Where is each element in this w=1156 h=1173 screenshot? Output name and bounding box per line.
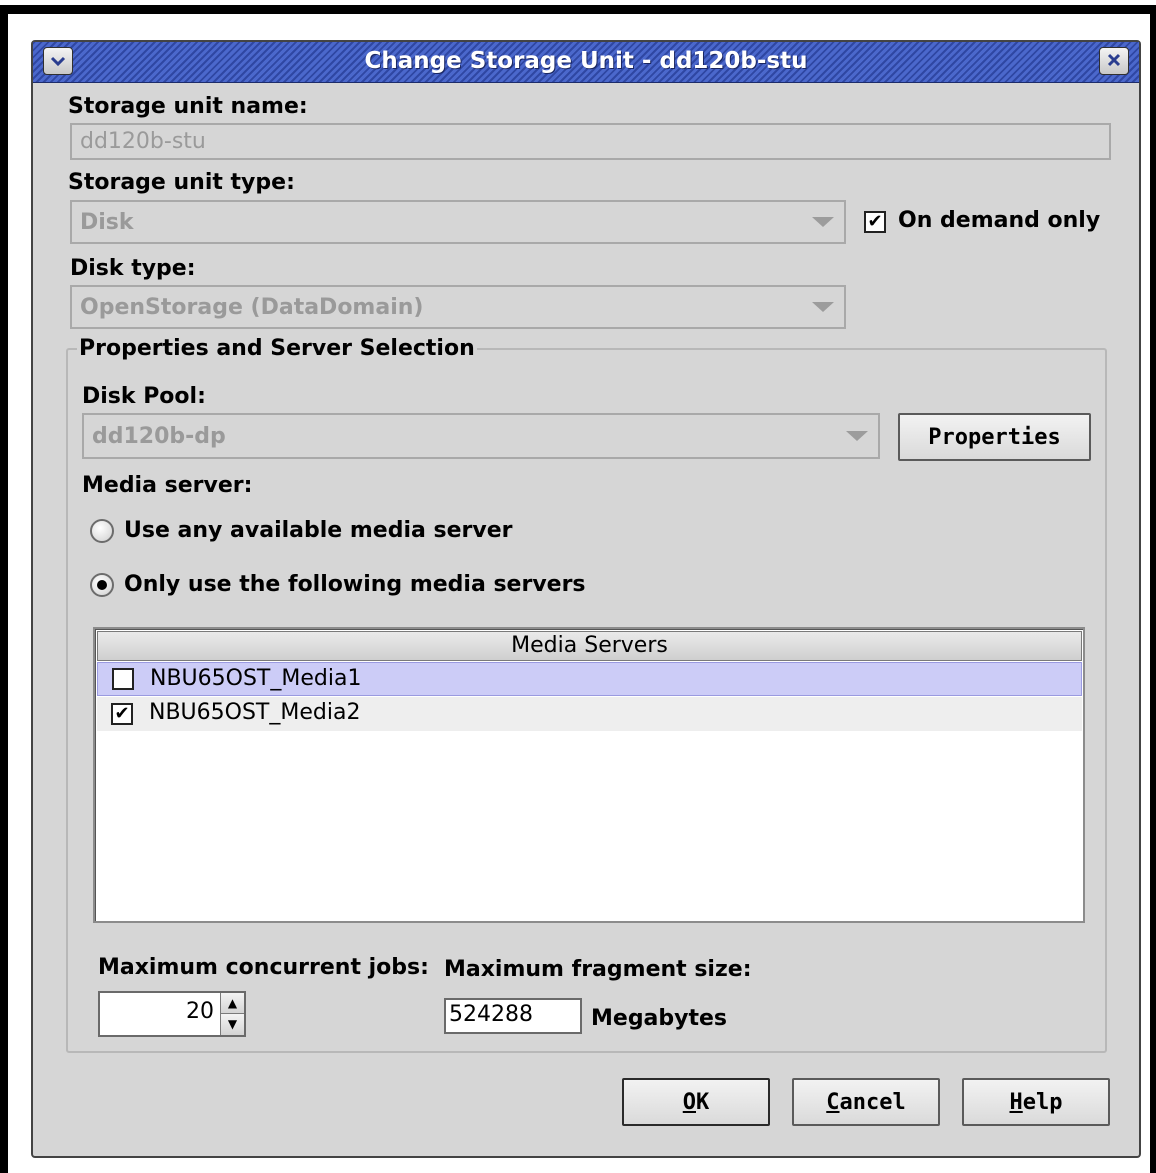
close-icon xyxy=(1107,51,1121,72)
disk-type-value: OpenStorage (DataDomain) xyxy=(80,294,424,320)
media-server-name: NBU65OST_Media2 xyxy=(149,700,361,725)
media-server-checkbox[interactable]: ✔ xyxy=(111,703,133,725)
max-concurrent-jobs-label: Maximum concurrent jobs: xyxy=(98,955,429,980)
max-concurrent-jobs-value: 20 xyxy=(186,999,214,1024)
media-servers-column-header[interactable]: Media Servers xyxy=(97,631,1082,661)
storage-unit-type-value: Disk xyxy=(80,209,134,235)
disk-pool-combo[interactable]: dd120b-dp xyxy=(82,413,880,459)
window-title: Change Storage Unit - dd120b-stu xyxy=(364,48,808,74)
media-server-checkbox[interactable] xyxy=(112,668,134,690)
storage-unit-type-label: Storage unit type: xyxy=(68,170,295,195)
disk-type-combo[interactable]: OpenStorage (DataDomain) xyxy=(70,285,846,329)
cancel-mnemonic: C xyxy=(826,1089,840,1115)
properties-button[interactable]: Properties xyxy=(898,413,1091,461)
media-server-label: Media server: xyxy=(82,473,253,498)
only-following-media-servers-label: Only use the following media servers xyxy=(124,572,586,597)
on-demand-only-label: On demand only xyxy=(898,208,1101,233)
change-storage-unit-dialog: Change Storage Unit - dd120b-stu Storage… xyxy=(31,40,1141,1158)
storage-unit-name-field[interactable]: dd120b-stu xyxy=(70,123,1111,160)
ok-mnemonic: O xyxy=(682,1089,696,1115)
help-label-rest: elp xyxy=(1022,1089,1063,1115)
combo-arrow-icon xyxy=(846,431,868,441)
use-any-media-server-label: Use any available media server xyxy=(124,518,513,543)
media-servers-table: Media Servers NBU65OST_Media1 ✔ NBU65OST… xyxy=(93,627,1085,923)
on-demand-only-checkbox[interactable]: ✔ xyxy=(864,211,886,233)
table-row[interactable]: NBU65OST_Media1 xyxy=(97,662,1082,696)
cancel-button[interactable]: Cancel xyxy=(792,1078,940,1126)
table-row[interactable]: ✔ NBU65OST_Media2 xyxy=(97,697,1082,731)
combo-arrow-icon xyxy=(812,302,834,312)
storage-unit-name-label: Storage unit name: xyxy=(68,94,308,119)
spinner-down-arrow-icon[interactable]: ▼ xyxy=(220,1014,244,1035)
cancel-label-rest: ancel xyxy=(839,1089,906,1115)
storage-unit-type-combo[interactable]: Disk xyxy=(70,200,846,244)
help-button[interactable]: Help xyxy=(962,1078,1110,1126)
disk-type-label: Disk type: xyxy=(70,256,196,281)
use-any-media-server-radio[interactable] xyxy=(90,519,114,543)
disk-pool-label: Disk Pool: xyxy=(82,384,206,409)
help-mnemonic: H xyxy=(1009,1089,1023,1115)
media-server-name: NBU65OST_Media1 xyxy=(150,666,362,691)
ok-button[interactable]: OK xyxy=(622,1078,770,1126)
disk-pool-value: dd120b-dp xyxy=(92,423,226,449)
ok-label-rest: K xyxy=(696,1089,710,1115)
storage-unit-name-value: dd120b-stu xyxy=(80,129,206,154)
max-concurrent-jobs-spinner[interactable]: 20 ▲ ▼ xyxy=(98,991,246,1037)
window-close-button[interactable] xyxy=(1099,47,1129,75)
radio-selected-dot xyxy=(97,580,107,590)
fragment-unit-label: Megabytes xyxy=(591,1006,728,1031)
group-title: Properties and Server Selection xyxy=(77,336,477,361)
max-fragment-size-label: Maximum fragment size: xyxy=(444,957,752,982)
max-fragment-size-input[interactable]: 524288 xyxy=(444,998,582,1034)
only-following-media-servers-radio[interactable] xyxy=(90,573,114,597)
combo-arrow-icon xyxy=(812,217,834,227)
title-bar[interactable]: Change Storage Unit - dd120b-stu xyxy=(33,42,1139,83)
spinner-up-arrow-icon[interactable]: ▲ xyxy=(220,993,244,1014)
